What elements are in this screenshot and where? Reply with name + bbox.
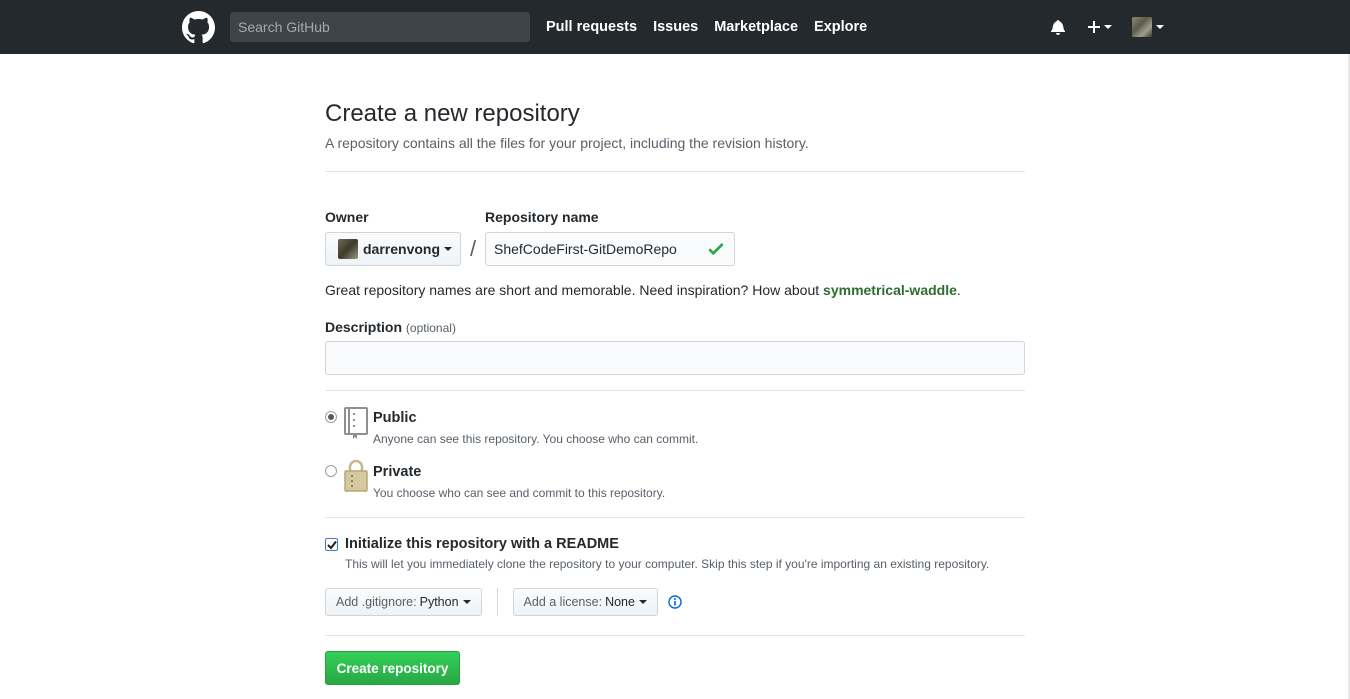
owner-select[interactable]: darrenvong <box>325 232 461 266</box>
readme-option[interactable]: Initialize this repository with a README… <box>325 518 1025 580</box>
repo-name-input[interactable]: ShefCodeFirst-GitDemoRepo <box>485 232 735 266</box>
plus-icon <box>1088 21 1100 33</box>
nav-explore[interactable]: Explore <box>814 19 867 35</box>
readme-checkbox[interactable] <box>325 538 338 551</box>
checkmark-icon <box>327 540 337 550</box>
owner-label: Owner <box>325 209 369 225</box>
gitignore-value: Python <box>419 595 459 609</box>
user-menu-button[interactable] <box>1132 17 1164 37</box>
readme-description: This will let you immediately clone the … <box>345 557 990 571</box>
suggestion-link[interactable]: symmetrical-waddle <box>823 282 957 298</box>
public-title: Public <box>373 410 417 426</box>
chevron-down-icon <box>638 600 647 604</box>
license-select[interactable]: Add a license: None <box>512 588 658 616</box>
chevron-down-icon <box>1156 25 1164 29</box>
lock-icon <box>344 459 368 492</box>
repo-name-label: Repository name <box>485 209 599 225</box>
create-repository-button[interactable]: Create repository <box>325 651 460 685</box>
name-suggestion-hint: Great repository names are short and mem… <box>325 282 961 298</box>
divider <box>325 171 1025 172</box>
visibility-public-option[interactable]: Public Anyone can see this repository. Y… <box>325 407 1025 461</box>
description-input[interactable] <box>325 341 1025 375</box>
search-input[interactable] <box>230 12 530 42</box>
public-radio[interactable] <box>325 411 337 423</box>
page-title: Create a new repository <box>325 100 580 127</box>
readme-title: Initialize this repository with a README <box>345 536 619 552</box>
owner-value: darrenvong <box>363 241 441 257</box>
repo-name-value: ShefCodeFirst-GitDemoRepo <box>494 241 677 257</box>
header-actions <box>1050 0 1164 54</box>
github-logo-icon[interactable] <box>182 11 215 44</box>
description-label: Description (optional) <box>325 319 456 335</box>
divider <box>496 588 498 616</box>
info-icon[interactable] <box>668 595 682 609</box>
bell-icon[interactable] <box>1050 19 1066 35</box>
public-description: Anyone can see this repository. You choo… <box>373 432 699 446</box>
avatar <box>1132 17 1152 37</box>
visibility-private-option[interactable]: Private You choose who can see and commi… <box>325 459 1025 517</box>
gitignore-select[interactable]: Add .gitignore: Python <box>325 588 482 616</box>
divider <box>325 390 1025 391</box>
main-nav: Pull requests Issues Marketplace Explore <box>546 0 883 54</box>
chevron-down-icon <box>444 247 453 251</box>
chevron-down-icon <box>1104 25 1112 29</box>
private-description: You choose who can see and commit to thi… <box>373 486 666 500</box>
avatar <box>338 239 358 259</box>
new-menu-button[interactable] <box>1088 21 1112 33</box>
new-repo-form: Create a new repository A repository con… <box>325 54 1025 685</box>
divider <box>325 635 1025 636</box>
check-icon <box>708 242 724 256</box>
nav-marketplace[interactable]: Marketplace <box>714 19 798 35</box>
license-value: None <box>605 595 635 609</box>
private-title: Private <box>373 464 422 480</box>
page-subtitle: A repository contains all the files for … <box>325 135 809 151</box>
chevron-down-icon <box>462 600 471 604</box>
nav-pull-requests[interactable]: Pull requests <box>546 19 637 35</box>
repo-icon <box>344 407 368 439</box>
global-header: Pull requests Issues Marketplace Explore <box>0 0 1350 54</box>
private-radio[interactable] <box>325 465 337 477</box>
nav-issues[interactable]: Issues <box>653 19 698 35</box>
owner-repo-separator: / <box>469 236 477 261</box>
